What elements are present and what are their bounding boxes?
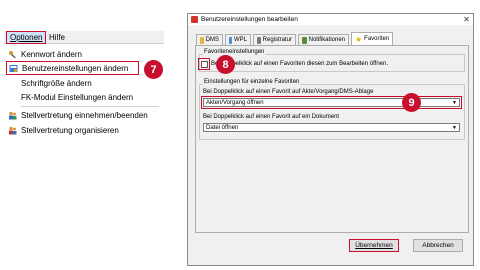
menu-item-stellvertretung-organisieren[interactable]: Stellvertretung organisieren	[8, 125, 158, 136]
menu-item-schriftgroesse[interactable]: Schriftgröße ändern	[21, 78, 151, 89]
menu-item-label: Benutzereinstellungen ändern	[22, 63, 129, 73]
menu-item-label: Stellvertretung einnehmen/beenden	[21, 111, 148, 120]
checkbox-highlight	[198, 58, 210, 70]
document-doubleclick-label: Bei Doppelklick auf einen Favorit auf ei…	[203, 114, 340, 120]
cancel-button[interactable]: Abbrechen	[413, 239, 463, 252]
wpl-icon	[229, 36, 232, 44]
dialog-titlebar: Benutzereinstellungen bearbeiten	[188, 14, 473, 25]
registratur-icon	[257, 36, 261, 44]
folder-doubleclick-label: Bei Doppelklick auf einen Favorit auf Ak…	[203, 89, 374, 95]
chevron-down-icon[interactable]: ▼	[451, 125, 458, 131]
dms-icon	[200, 36, 204, 44]
tab-favoriten[interactable]: ★ Favoriten	[351, 32, 393, 45]
group-title: Favoriteneinstellungen	[203, 49, 266, 55]
badge-number: 8	[222, 58, 229, 71]
cancel-button-label: Abbrechen	[422, 242, 454, 249]
document-action-select[interactable]: Datei öffnen ▼	[203, 123, 460, 132]
badge-number: 9	[408, 96, 415, 109]
tab-label: Registratur	[262, 37, 292, 43]
users-organize-icon	[8, 126, 17, 135]
tab-notifikationen[interactable]: Notifikationen	[298, 34, 349, 45]
app-icon	[191, 16, 198, 23]
tab-registratur[interactable]: Registratur	[253, 34, 296, 45]
menu-hilfe[interactable]: Hilfe	[49, 31, 77, 44]
dialog-title: Benutzereinstellungen bearbeiten	[201, 16, 298, 23]
step-badge-8: 8	[216, 55, 235, 74]
users-swap-icon	[8, 111, 17, 120]
user-settings-icon	[9, 64, 18, 73]
menu-separator	[21, 106, 159, 107]
menu-hilfe-label: Hilfe	[49, 33, 66, 42]
select-value: Datei öffnen	[206, 124, 239, 131]
menu-item-kennwort[interactable]: Kennwort ändern	[8, 49, 158, 60]
menu-item-label: Stellvertretung organisieren	[21, 126, 119, 135]
step-badge-7: 7	[144, 60, 163, 79]
star-icon: ★	[355, 34, 363, 44]
apply-button[interactable]: Übernehmen	[349, 239, 399, 252]
apply-button-label: Übernehmen	[355, 242, 393, 249]
tab-label: Notifikationen	[308, 37, 345, 43]
folder-action-highlight	[201, 96, 462, 109]
group-title: Einstellungen für einzelne Favoriten	[203, 79, 301, 85]
key-icon	[8, 50, 17, 59]
tab-label: DMS	[205, 37, 219, 43]
close-icon[interactable]: ✕	[461, 14, 472, 24]
tab-dms[interactable]: DMS	[196, 34, 223, 45]
badge-number: 7	[150, 63, 157, 76]
tab-wpl[interactable]: WPL	[225, 34, 251, 45]
menu-item-stellvertretung-einnehmen[interactable]: Stellvertretung einnehmen/beenden	[8, 110, 163, 121]
checkbox-label: Bei Doppelklick auf einen Favoriten dies…	[211, 61, 388, 67]
menu-item-fk-modul[interactable]: FK-Modul Einstellungen ändern	[21, 92, 161, 103]
menu-item-label: Kennwort ändern	[21, 50, 82, 59]
menu-item-benutzereinstellungen[interactable]: Benutzereinstellungen ändern	[6, 61, 139, 75]
tab-label: Favoriten	[364, 36, 390, 42]
menu-optionen-label: Optionen	[10, 33, 43, 42]
menu-item-label: FK-Modul Einstellungen ändern	[21, 93, 134, 102]
menu-optionen[interactable]: Optionen	[6, 31, 46, 44]
step-badge-9: 9	[402, 93, 421, 112]
notification-icon	[302, 36, 307, 44]
menu-item-label: Schriftgröße ändern	[21, 79, 92, 88]
tab-label: WPL	[233, 37, 247, 43]
